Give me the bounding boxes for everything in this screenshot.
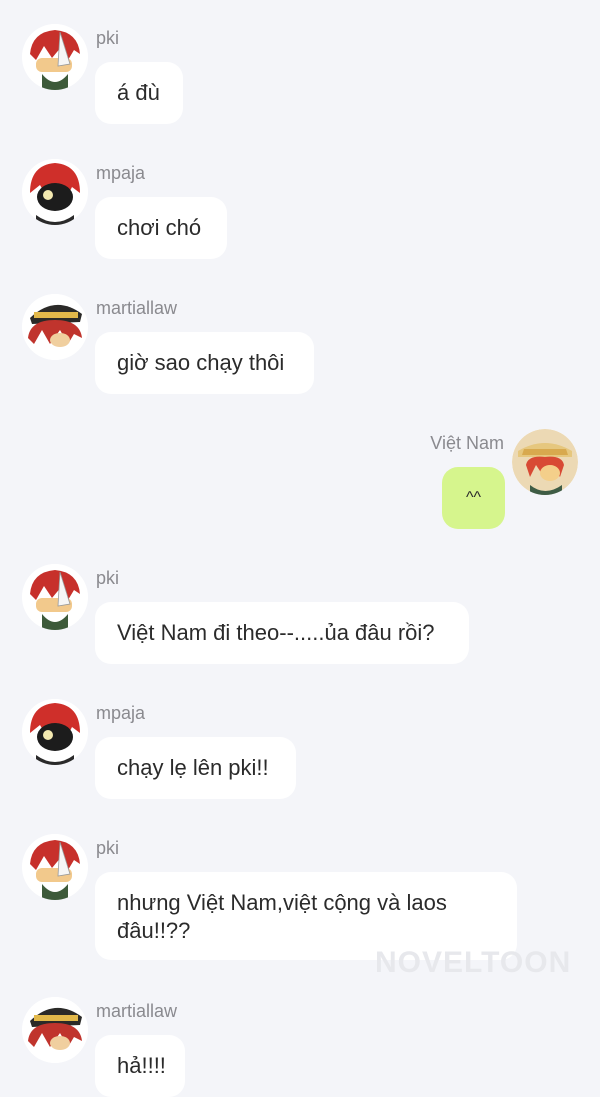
sender-name: martiallaw <box>96 298 178 318</box>
sender-name: Việt Nam <box>430 433 504 453</box>
sender-name: martiallaw <box>96 1001 178 1021</box>
message-bubble: giờ sao chạy thôi <box>95 332 314 394</box>
sender-name: pki <box>96 28 120 48</box>
martiallaw-avatar[interactable] <box>22 997 88 1063</box>
mpaja-avatar[interactable] <box>22 699 88 765</box>
mpaja-avatar[interactable] <box>22 159 88 225</box>
message-bubble: Việt Nam đi theo--.....ủa đâu rồi? <box>95 602 469 664</box>
sender-name: mpaja <box>96 703 146 723</box>
message-bubble: chơi chó <box>95 197 227 259</box>
pki-avatar[interactable] <box>22 24 88 90</box>
sender-name: pki <box>96 838 120 858</box>
pki-avatar[interactable] <box>22 564 88 630</box>
sender-name: mpaja <box>96 163 146 183</box>
message-bubble: á đù <box>95 62 183 124</box>
message-bubble: chạy lẹ lên pki!! <box>95 737 296 799</box>
message-bubble: ^^ <box>442 467 505 529</box>
message-bubble: hả!!!! <box>95 1035 185 1097</box>
vietnam-avatar[interactable] <box>512 429 578 495</box>
pki-avatar[interactable] <box>22 834 88 900</box>
martiallaw-avatar[interactable] <box>22 294 88 360</box>
watermark: NOVELTOON <box>375 946 572 979</box>
sender-name: pki <box>96 568 120 588</box>
